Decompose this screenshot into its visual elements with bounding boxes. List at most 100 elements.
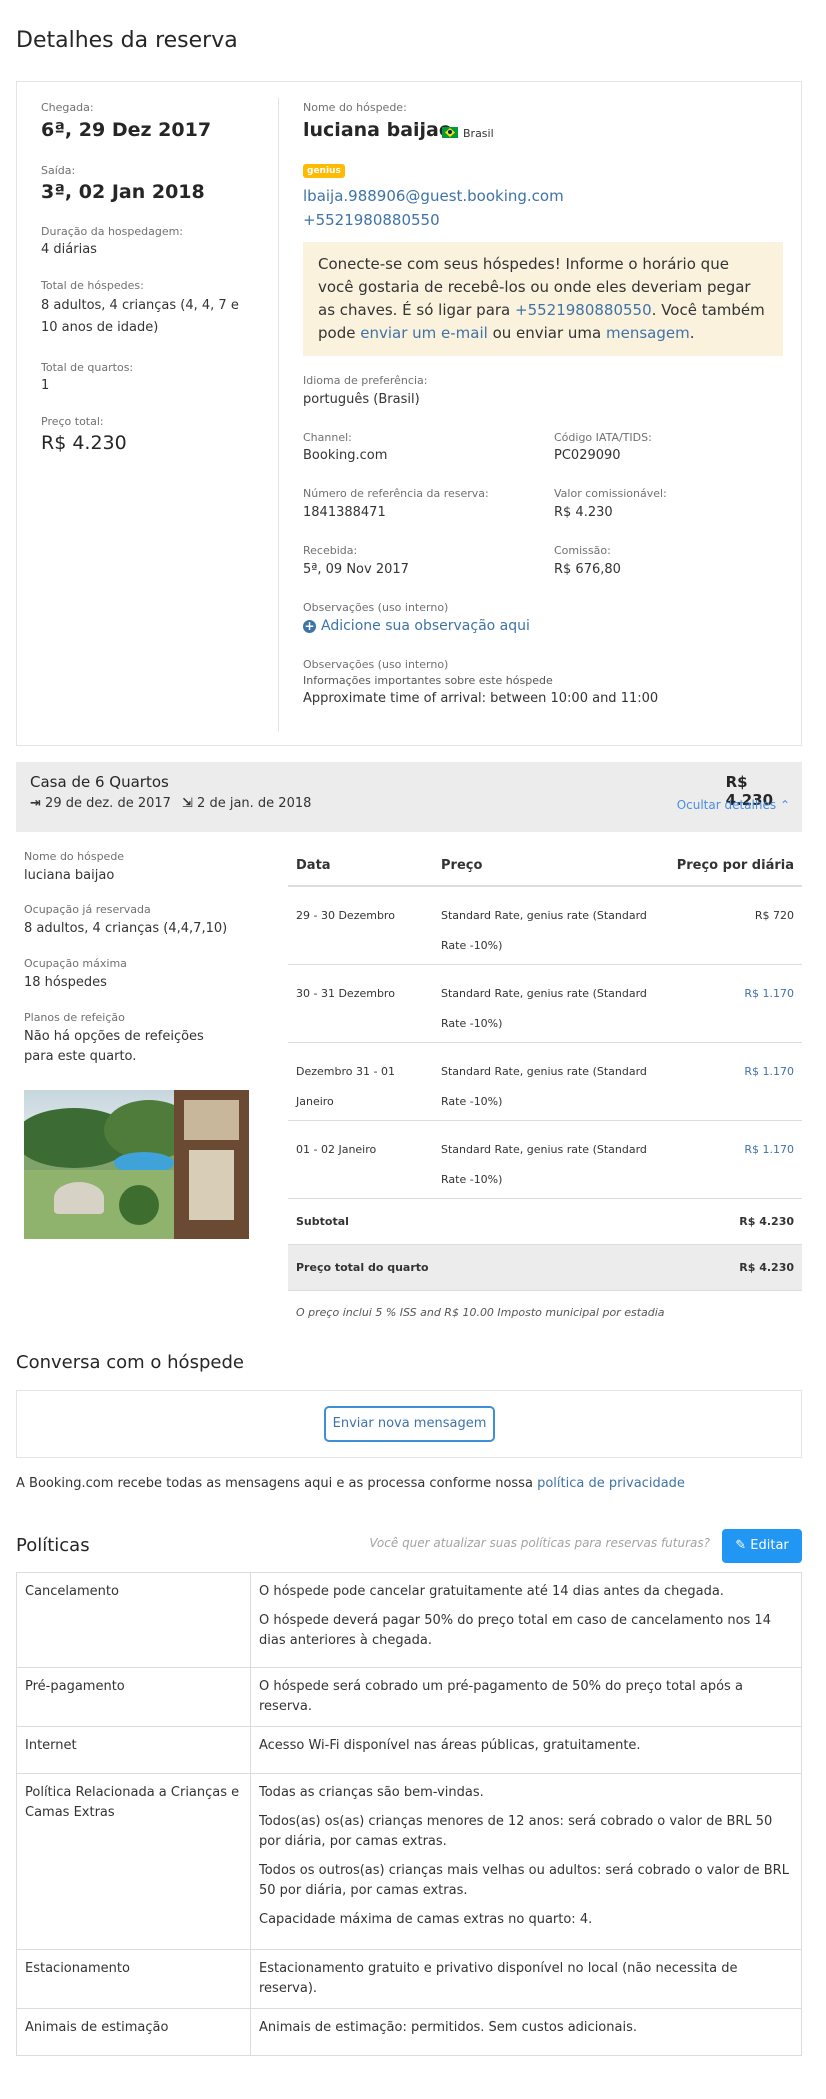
rate-row: Dezembro 31 - 01 Janeiro Standard Rate, … xyxy=(288,1042,802,1121)
meal-plan-value: Não há opções de refeições para este qua… xyxy=(24,1029,204,1064)
plus-circle-icon: + xyxy=(303,619,316,633)
policies-table: Cancelamento O hóspede pode cancelar gra… xyxy=(16,1572,802,2056)
language-label: Idioma de preferência: xyxy=(303,374,428,387)
max-occupancy-label: Ocupação máxima xyxy=(24,957,127,970)
rates-header-row: Data Preço Preço por diária xyxy=(288,846,802,887)
policy-text: Acesso Wi-Fi disponível nas áreas públic… xyxy=(259,1738,641,1753)
room-checkin-date: 29 de dez. de 2017 xyxy=(45,796,171,811)
chevron-up-icon: ⌃ xyxy=(779,798,790,812)
guest-country: Brasil xyxy=(463,127,494,140)
channel-value: Booking.com xyxy=(303,448,388,463)
policy-row: Animais de estimação Animais de estimaçã… xyxy=(16,2008,802,2056)
guests-value: 8 adultos, 4 crianças (4, 4, 7 e 10 anos… xyxy=(41,298,239,335)
policy-text: Estacionamento gratuito e privativo disp… xyxy=(259,1961,738,1996)
checkout-label: Saída: xyxy=(41,164,76,177)
commission-label: Comissão: xyxy=(554,544,611,557)
policy-label: Animais de estimação xyxy=(16,2008,251,2056)
policy-content: Estacionamento gratuito e privativo disp… xyxy=(250,1949,802,2009)
notice-phone-link[interactable]: +5521980880550 xyxy=(515,301,652,319)
room-checkin: ⇥ 29 de dez. de 2017 xyxy=(30,796,171,811)
checkin-date: 6ª, 29 Dez 2017 xyxy=(41,119,212,141)
room-header: Casa de 6 Quartos R$ 4.230 ⇥ 29 de dez. … xyxy=(16,762,802,832)
total-price-label: Preço total: xyxy=(41,415,104,428)
subtotal-row: Subtotal R$ 4.230 xyxy=(288,1198,802,1245)
policies-update-hint: Você quer atualizar suas políticas para … xyxy=(369,1536,710,1550)
room-checkout: ⇲ 2 de jan. de 2018 xyxy=(182,796,311,811)
duration-label: Duração da hospedagem: xyxy=(41,225,184,238)
policy-row: Internet Acesso Wi-Fi disponível nas áre… xyxy=(16,1726,802,1774)
occupancy-label: Ocupação já reservada xyxy=(24,903,151,916)
notes-internal-label: Observações (uso interno) xyxy=(303,658,449,671)
policy-label: Pré-pagamento xyxy=(16,1667,251,1727)
total-row: Preço total do quarto R$ 4.230 xyxy=(288,1244,802,1291)
rooms-label: Total de quartos: xyxy=(41,361,134,374)
sign-out-icon: ⇲ xyxy=(182,796,193,811)
guest-phone-link[interactable]: +5521980880550 xyxy=(303,211,440,229)
rate-row: 29 - 30 Dezembro Standard Rate, genius r… xyxy=(288,886,802,965)
notice-text-3: ou enviar uma xyxy=(487,324,607,342)
subtotal-value: R$ 4.230 xyxy=(663,1198,802,1245)
iata-label: Código IATA/TIDS: xyxy=(554,431,652,444)
privacy-notice: A Booking.com recebe todas as mensagens … xyxy=(16,1476,685,1491)
rooms-value: 1 xyxy=(41,378,50,393)
room-guest-value: luciana baijao xyxy=(24,868,115,883)
commissionable-value: R$ 4.230 xyxy=(554,505,613,520)
edit-policies-button[interactable]: ✎ Editar xyxy=(722,1529,802,1563)
commissionable-label: Valor comissionável: xyxy=(554,487,667,500)
sign-in-icon: ⇥ xyxy=(30,796,41,811)
brazil-flag-icon xyxy=(442,127,458,138)
policy-text: O hóspede deverá pagar 50% do preço tota… xyxy=(259,1613,771,1648)
pencil-icon: ✎ xyxy=(735,1538,747,1553)
notice-message-link[interactable]: mensagem xyxy=(606,324,690,342)
send-message-button[interactable]: Enviar nova mensagem xyxy=(324,1406,495,1442)
rate-row: 30 - 31 Dezembro Standard Rate, genius r… xyxy=(288,964,802,1043)
rate-date: 29 - 30 Dezembro xyxy=(288,886,433,965)
edit-label: Editar xyxy=(750,1538,789,1553)
room-total-label: Preço total do quarto xyxy=(288,1244,663,1291)
policy-text: Capacidade máxima de camas extras no qua… xyxy=(259,1912,593,1927)
occupancy-value: 8 adultos, 4 crianças (4,4,7,10) xyxy=(24,921,228,936)
room-photo[interactable] xyxy=(24,1090,249,1239)
hide-details-link[interactable]: Ocultar detalhes ⌃ xyxy=(677,798,790,812)
booking-summary-card: Chegada: 6ª, 29 Dez 2017 Saída: 3ª, 02 J… xyxy=(16,81,802,746)
rate-plan: Standard Rate, genius rate (Standard Rat… xyxy=(433,1120,663,1199)
policy-row: Cancelamento O hóspede pode cancelar gra… xyxy=(16,1572,802,1668)
rates-header-nightly: Preço por diária xyxy=(663,846,802,887)
contact-guest-notice: Conecte-se com seus hóspedes! Informe o … xyxy=(303,242,783,356)
guest-email-link[interactable]: lbaija.988906@guest.booking.com xyxy=(303,187,564,205)
conversation-title: Conversa com o hóspede xyxy=(16,1352,244,1373)
policy-label: Cancelamento xyxy=(16,1572,251,1668)
policy-content: Acesso Wi-Fi disponível nas áreas públic… xyxy=(250,1726,802,1774)
checkin-label: Chegada: xyxy=(41,101,94,114)
notice-text-4: . xyxy=(689,324,695,342)
policy-row: Estacionamento Estacionamento gratuito e… xyxy=(16,1949,802,2009)
duration-value: 4 diárias xyxy=(41,242,97,257)
rate-price: R$ 1.170 xyxy=(663,964,802,1043)
language-value: português (Brasil) xyxy=(303,392,420,407)
notice-email-link[interactable]: enviar um e-mail xyxy=(360,324,488,342)
page-title: Detalhes da reserva xyxy=(16,28,238,53)
rate-price: R$ 1.170 xyxy=(663,1120,802,1199)
policy-content: O hóspede será cobrado um pré-pagamento … xyxy=(250,1667,802,1727)
policy-label: Política Relacionada a Crianças e Camas … xyxy=(16,1773,251,1950)
policy-row: Pré-pagamento O hóspede será cobrado um … xyxy=(16,1667,802,1727)
checkout-date: 3ª, 02 Jan 2018 xyxy=(41,181,205,203)
room-total-value: R$ 4.230 xyxy=(663,1244,802,1291)
policy-content: Todas as crianças são bem-vindas. Todos(… xyxy=(250,1773,802,1950)
reference-label: Número de referência da reserva: xyxy=(303,487,489,500)
policy-label: Estacionamento xyxy=(16,1949,251,2009)
notes-label: Observações (uso interno) xyxy=(303,601,449,614)
received-value: 5ª, 09 Nov 2017 xyxy=(303,562,409,577)
privacy-policy-link[interactable]: política de privacidade xyxy=(537,1476,685,1491)
notes-internal-text: Approximate time of arrival: between 10:… xyxy=(303,691,659,706)
meal-plan-label: Planos de refeição xyxy=(24,1011,125,1024)
guest-name: luciana baijao xyxy=(303,119,452,141)
iata-value: PC029090 xyxy=(554,448,621,463)
add-note-link[interactable]: + Adicione sua observação aqui xyxy=(303,618,530,634)
rate-price: R$ 720 xyxy=(663,886,802,965)
guest-name-label: Nome do hóspede: xyxy=(303,101,407,114)
divider xyxy=(278,98,279,732)
policy-text: O hóspede pode cancelar gratuitamente at… xyxy=(259,1584,724,1599)
reference-value: 1841388471 xyxy=(303,505,386,520)
subtotal-label: Subtotal xyxy=(288,1198,663,1245)
